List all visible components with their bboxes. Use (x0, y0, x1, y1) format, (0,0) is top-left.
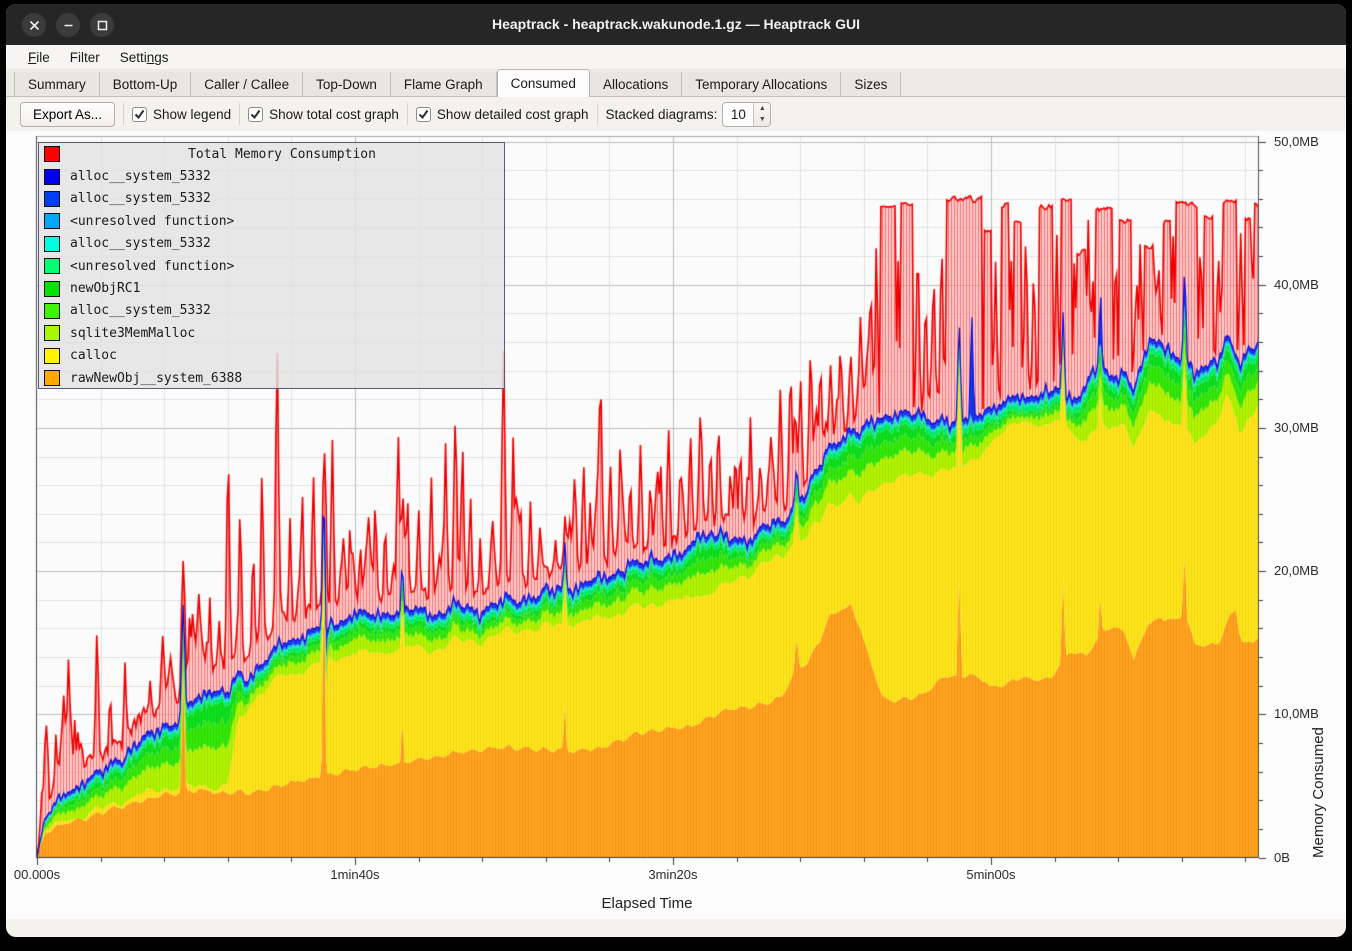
legend-swatch (44, 169, 60, 185)
legend-label: <unresolved function> (70, 259, 234, 274)
legend-swatch (44, 146, 60, 162)
tab-summary[interactable]: Summary (14, 72, 100, 96)
x-tick-label: 00.000s (14, 867, 60, 882)
menu-file[interactable]: File (18, 48, 60, 67)
legend-swatch (44, 370, 60, 386)
menu-settings[interactable]: Settings (110, 48, 179, 67)
chart-area: Total Memory Consumption alloc__system_53… (6, 131, 1346, 919)
toolbar-separator (239, 103, 240, 125)
tab-sizes[interactable]: Sizes (841, 72, 901, 96)
legend-swatch (44, 325, 60, 341)
show-detailed-cost-checkbox[interactable]: Show detailed cost graph (416, 107, 589, 122)
legend-item: alloc__system_5332 (39, 233, 504, 255)
legend-label: rawNewObj__system_6388 (70, 371, 242, 386)
legend-swatch (44, 303, 60, 319)
legend-item: alloc__system_5332 (39, 165, 504, 187)
menu-filter[interactable]: Filter (60, 48, 110, 67)
legend-label: <unresolved function> (70, 214, 234, 229)
legend-item: calloc (39, 345, 504, 367)
legend-item: <unresolved function> (39, 255, 504, 277)
spinbox-value: 10 (723, 103, 753, 126)
y-tick-label: 0B (1274, 850, 1290, 865)
stacked-diagrams-spinbox[interactable]: 10 ▲ ▼ (722, 102, 771, 127)
tab-bottom-up[interactable]: Bottom-Up (100, 72, 192, 96)
x-tick-label: 1min40s (330, 867, 379, 882)
legend-label: sqlite3MemMalloc (70, 326, 195, 341)
legend-label: newObjRC1 (70, 281, 140, 296)
checkbox-icon (248, 107, 263, 122)
toolbar-separator (407, 103, 408, 125)
legend-swatch (44, 191, 60, 207)
x-tick-label: 3min20s (648, 867, 697, 882)
legend-label: Total Memory Consumption (60, 147, 504, 162)
tab-temporary-allocations[interactable]: Temporary Allocations (682, 72, 841, 96)
y-axis-title: Memory Consumed (1310, 131, 1327, 858)
legend-item: rawNewObj__system_6388 (39, 367, 504, 389)
legend-label: alloc__system_5332 (70, 236, 211, 251)
tab-consumed[interactable]: Consumed (497, 69, 590, 97)
app-window: Heaptrack - heaptrack.wakunode.1.gz — He… (6, 4, 1346, 937)
legend-item: alloc__system_5332 (39, 300, 504, 322)
checkbox-icon (132, 107, 147, 122)
show-total-cost-checkbox[interactable]: Show total cost graph (248, 107, 399, 122)
menu-bar: File Filter Settings (6, 45, 1346, 69)
tab-caller-callee[interactable]: Caller / Callee (191, 72, 303, 96)
legend-swatch (44, 348, 60, 364)
toolbar-separator (123, 103, 124, 125)
chart-legend: Total Memory Consumption alloc__system_53… (38, 142, 505, 389)
legend-label: calloc (70, 348, 117, 363)
legend-item: Total Memory Consumption (39, 143, 504, 165)
tab-flame-graph[interactable]: Flame Graph (391, 72, 497, 96)
window-title: Heaptrack - heaptrack.wakunode.1.gz — He… (6, 4, 1346, 45)
legend-item: newObjRC1 (39, 277, 504, 299)
spinbox-buttons[interactable]: ▲ ▼ (753, 103, 770, 126)
legend-item: sqlite3MemMalloc (39, 322, 504, 344)
legend-swatch (44, 213, 60, 229)
legend-swatch (44, 258, 60, 274)
toolbar-separator (597, 103, 598, 125)
checkbox-icon (416, 107, 431, 122)
legend-swatch (44, 281, 60, 297)
legend-swatch (44, 236, 60, 252)
legend-label: alloc__system_5332 (70, 169, 211, 184)
tab-bar: Summary Bottom-Up Caller / Callee Top-Do… (6, 69, 1346, 97)
legend-label: alloc__system_5332 (70, 303, 211, 318)
spin-down-icon[interactable]: ▼ (754, 114, 770, 126)
toolbar: Export As... Show legend Show total cost… (6, 97, 1346, 131)
stacked-diagrams-label: Stacked diagrams: (606, 107, 718, 122)
legend-item: alloc__system_5332 (39, 188, 504, 210)
x-axis-title: Elapsed Time (602, 895, 693, 912)
export-as-button[interactable]: Export As... (20, 102, 115, 127)
title-bar: Heaptrack - heaptrack.wakunode.1.gz — He… (6, 4, 1346, 45)
legend-item: <unresolved function> (39, 210, 504, 232)
show-legend-checkbox[interactable]: Show legend (132, 107, 231, 122)
tab-allocations[interactable]: Allocations (590, 72, 682, 96)
spin-up-icon[interactable]: ▲ (754, 103, 770, 115)
x-tick-label: 5min00s (966, 867, 1015, 882)
legend-label: alloc__system_5332 (70, 191, 211, 206)
tab-top-down[interactable]: Top-Down (303, 72, 391, 96)
